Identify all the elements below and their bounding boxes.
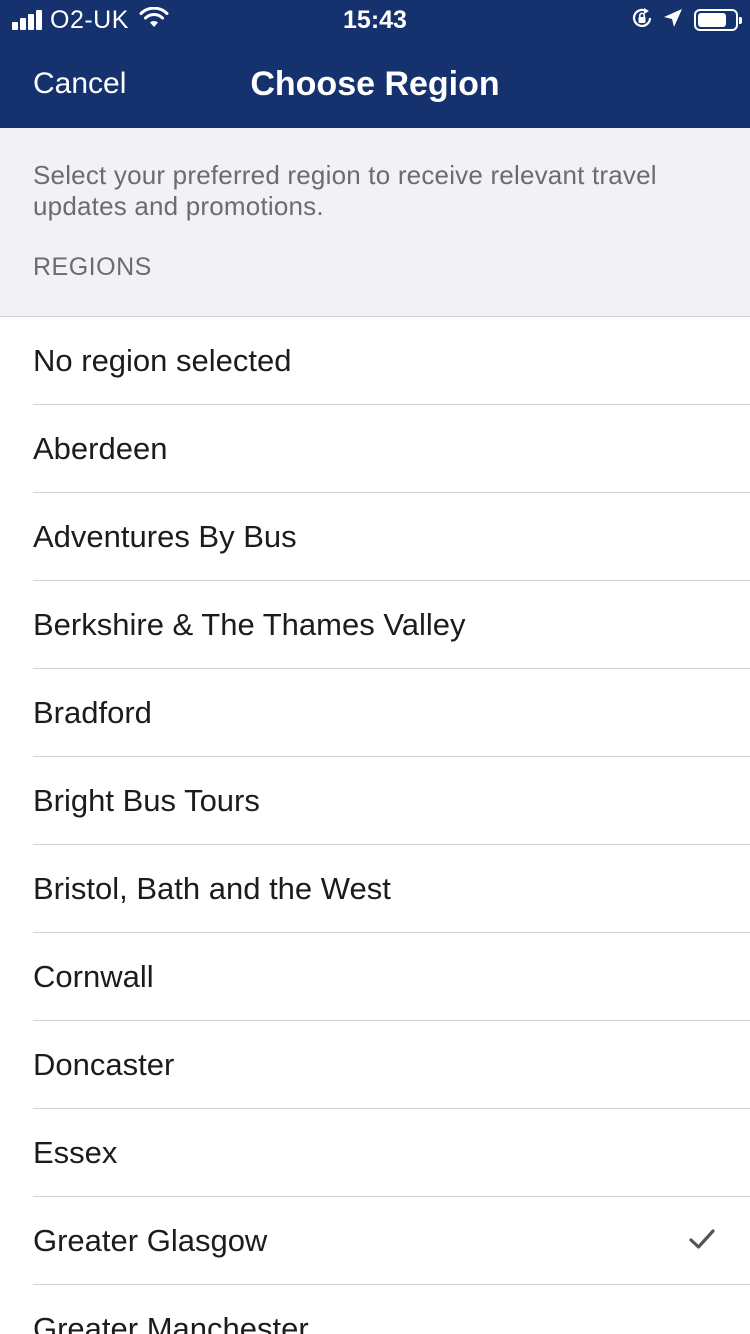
region-label: Essex: [33, 1135, 118, 1170]
region-row-bright-bus-tours[interactable]: Bright Bus Tours: [0, 757, 750, 845]
section-header-regions: REGIONS: [33, 253, 152, 281]
region-row-cornwall[interactable]: Cornwall: [0, 933, 750, 1021]
region-label: Greater Glasgow: [33, 1223, 268, 1258]
region-label: Berkshire & The Thames Valley: [33, 607, 466, 642]
navigation-bar: Cancel Choose Region: [0, 40, 750, 128]
region-label: Aberdeen: [33, 431, 168, 466]
region-label: Bradford: [33, 695, 152, 730]
choose-region-screen: O2-UK 15:43 Cancel Choose Region Select …: [0, 0, 750, 1334]
region-row-no-region[interactable]: No region selected: [0, 317, 750, 405]
region-row-berkshire[interactable]: Berkshire & The Thames Valley: [0, 581, 750, 669]
intro-description: Select your preferred region to receive …: [33, 160, 657, 221]
region-label: Bright Bus Tours: [33, 783, 260, 818]
status-bar: O2-UK 15:43: [0, 0, 750, 40]
location-arrow-icon: [662, 7, 684, 34]
cancel-button[interactable]: Cancel: [33, 66, 126, 102]
region-row-essex[interactable]: Essex: [0, 1109, 750, 1197]
region-row-bradford[interactable]: Bradford: [0, 669, 750, 757]
region-row-greater-glasgow[interactable]: Greater Glasgow: [0, 1197, 750, 1285]
region-label: Cornwall: [33, 959, 154, 994]
region-label: Bristol, Bath and the West: [33, 871, 391, 906]
region-list: No region selected Aberdeen Adventures B…: [0, 317, 750, 1334]
region-row-bristol-bath[interactable]: Bristol, Bath and the West: [0, 845, 750, 933]
region-label: Adventures By Bus: [33, 519, 297, 554]
region-row-aberdeen[interactable]: Aberdeen: [0, 405, 750, 493]
battery-icon: [694, 9, 742, 31]
region-label: Greater Manchester: [33, 1311, 309, 1334]
region-row-doncaster[interactable]: Doncaster: [0, 1021, 750, 1109]
orientation-lock-icon: [630, 6, 654, 35]
region-label: No region selected: [33, 343, 292, 378]
top-bar: O2-UK 15:43 Cancel Choose Region: [0, 0, 750, 128]
checkmark-icon: [688, 1227, 716, 1251]
region-row-adventures-by-bus[interactable]: Adventures By Bus: [0, 493, 750, 581]
region-label: Doncaster: [33, 1047, 175, 1082]
region-row-greater-manchester[interactable]: Greater Manchester: [0, 1285, 750, 1334]
intro-section: Select your preferred region to receive …: [0, 128, 750, 317]
status-right: [630, 6, 742, 35]
